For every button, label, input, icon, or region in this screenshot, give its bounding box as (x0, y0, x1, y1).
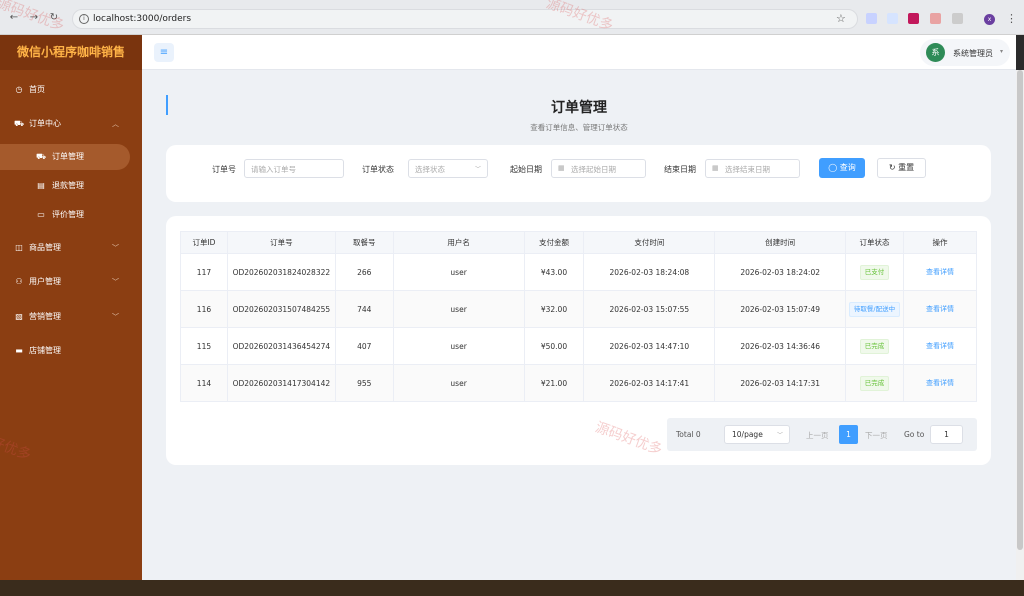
sidebar-item-store-management[interactable]: ▬ 店铺管理 (0, 338, 142, 364)
column-header: 订单ID (180, 231, 228, 254)
chevron-down-icon: ﹀ (112, 244, 119, 252)
scrollbar-thumb[interactable] (1017, 70, 1023, 550)
column-header: 操作 (903, 231, 977, 254)
extension-tool-icon[interactable] (887, 13, 898, 24)
page-subtitle: 查看订单信息、管理订单状态 (530, 123, 628, 132)
chevron-down-icon: ﹀ (776, 432, 783, 439)
extension-scissors-icon[interactable] (866, 13, 877, 24)
chevron-down-icon: ﹀ (112, 278, 119, 286)
order-no-label: 订单号 (212, 165, 236, 174)
sidebar-item-marketing-management[interactable]: ▧ 营销管理 ﹀ (0, 304, 142, 330)
orders-table: 订单ID 订单号 取餐号 用户名 支付金额 支付时间 创建时间 订单状态 操作 … (180, 231, 977, 402)
site-info-icon[interactable]: i (79, 14, 89, 24)
prev-page-button[interactable]: 上一页 (806, 430, 829, 441)
dashboard-icon: ◷ (15, 85, 23, 94)
sidebar: 微信小程序咖啡销售 ◷ 首页 ⛟ 订单中心 ︿ ⛟ 订单管理 ▤ 退款管理 ▭ … (0, 35, 142, 580)
store-icon: ▬ (15, 346, 23, 355)
end-date-label: 结束日期 (664, 165, 696, 174)
query-button[interactable]: ◯ 查询 (819, 158, 865, 178)
scrollbar[interactable] (1016, 70, 1024, 580)
start-date-label: 起始日期 (510, 165, 542, 174)
table-row: 114 OD202602031417304142 955 user ¥21.00… (180, 364, 977, 402)
search-icon: ◯ (828, 163, 840, 172)
comment-icon: ▭ (37, 210, 45, 219)
chevron-down-icon: ▾ (1000, 48, 1004, 55)
end-date-picker[interactable]: ▦ 选择结束日期 (705, 159, 800, 178)
status-badge: 已支付 (859, 264, 890, 280)
profile-avatar[interactable]: x (984, 14, 995, 25)
view-detail-link[interactable]: 查看详情 (926, 268, 954, 276)
table-header-row: 订单ID 订单号 取餐号 用户名 支付金额 支付时间 创建时间 订单状态 操作 (180, 231, 977, 254)
user-name: 系统管理员 (953, 49, 993, 58)
refund-icon: ▤ (37, 181, 45, 190)
status-badge: 已完成 (859, 375, 890, 391)
status-label: 订单状态 (362, 165, 394, 174)
brand-title: 微信小程序咖啡销售 (0, 35, 142, 70)
sidebar-item-home[interactable]: ◷ 首页 (0, 77, 142, 103)
column-header: 支付金额 (523, 231, 585, 254)
calendar-icon: ▦ (558, 164, 565, 172)
address-bar[interactable]: i localhost:3000/orders (72, 9, 858, 29)
sidebar-item-review-management[interactable]: ▭ 评价管理 (0, 202, 142, 228)
cart-icon: ⛟ (14, 119, 25, 128)
sidebar-item-user-management[interactable]: ⚇ 用户管理 ﹀ (0, 269, 142, 295)
view-detail-link[interactable]: 查看详情 (926, 342, 954, 350)
column-header: 订单号 (226, 231, 336, 254)
view-detail-link[interactable]: 查看详情 (926, 379, 954, 387)
page-number-current[interactable]: 1 (839, 425, 858, 444)
top-header: ≡ 系 系统管理员 ▾ (142, 35, 1016, 70)
column-header: 取餐号 (334, 231, 394, 254)
url-text: localhost:3000/orders (93, 14, 192, 24)
browser-toolbar: ← → ↻ i localhost:3000/orders ☆ x ⋮ (0, 0, 1024, 35)
chart-icon: ▧ (15, 312, 23, 321)
table-row: 115 OD202602031436454274 407 user ¥50.00… (180, 327, 977, 365)
table-row: 117 OD202602031824028322 266 user ¥43.00… (180, 253, 977, 291)
column-header: 订单状态 (845, 231, 904, 254)
chevron-up-icon: ︿ (112, 120, 119, 128)
chevron-down-icon: ﹀ (112, 313, 119, 321)
goto-page-input[interactable]: 1 (930, 425, 963, 444)
extensions-puzzle-icon[interactable] (952, 13, 963, 24)
status-badge: 待取餐/配送中 (848, 301, 901, 317)
bag-icon: ◫ (15, 243, 23, 252)
sidebar-item-order-management[interactable]: ⛟ 订单管理 (0, 144, 130, 170)
column-header: 用户名 (392, 231, 525, 254)
sidebar-item-refund-management[interactable]: ▤ 退款管理 (0, 173, 142, 199)
order-no-input[interactable]: 请输入订单号 (244, 159, 344, 178)
avatar: 系 (926, 43, 945, 62)
cart-icon: ⛟ (36, 152, 47, 161)
refresh-icon: ↻ (888, 163, 899, 172)
bookmark-star-icon[interactable]: ☆ (836, 12, 846, 25)
user-menu[interactable]: 系 系统管理员 ▾ (920, 39, 1010, 66)
desktop-background (0, 580, 1024, 596)
extension-download-icon[interactable] (908, 13, 919, 24)
status-badge: 已完成 (859, 338, 890, 354)
page-title: 订单管理 (551, 100, 607, 116)
sidebar-item-product-management[interactable]: ◫ 商品管理 ﹀ (0, 235, 142, 261)
table-row: 116 OD202602031507484255 744 user ¥32.00… (180, 290, 977, 328)
pagination-total: Total 0 (676, 430, 701, 439)
column-header: 创建时间 (714, 231, 847, 254)
status-select[interactable]: 选择状态 ﹀ (408, 159, 488, 178)
browser-menu-icon[interactable]: ⋮ (1006, 12, 1017, 25)
calendar-icon: ▦ (712, 164, 719, 172)
pagination: Total 0 10/page ﹀ 上一页 1 下一页 Go to 1 (667, 418, 977, 451)
extension-game-icon[interactable] (930, 13, 941, 24)
user-icon: ⚇ (15, 277, 23, 286)
start-date-picker[interactable]: ▦ 选择起始日期 (551, 159, 646, 178)
page-size-select[interactable]: 10/page ﹀ (724, 425, 790, 444)
view-detail-link[interactable]: 查看详情 (926, 305, 954, 313)
main-content: ≡ 系 系统管理员 ▾ 订单管理 查看订单信息、管理订单状态 订单号 请输入订单… (142, 35, 1016, 580)
column-header: 支付时间 (583, 231, 716, 254)
next-page-button[interactable]: 下一页 (865, 430, 888, 441)
goto-label: Go to (904, 430, 925, 439)
sidebar-item-order-center[interactable]: ⛟ 订单中心 ︿ (0, 111, 142, 137)
chevron-down-icon: ﹀ (474, 166, 481, 173)
menu-toggle-icon[interactable]: ≡ (154, 43, 174, 62)
reset-button[interactable]: ↻ 重置 (877, 158, 926, 178)
